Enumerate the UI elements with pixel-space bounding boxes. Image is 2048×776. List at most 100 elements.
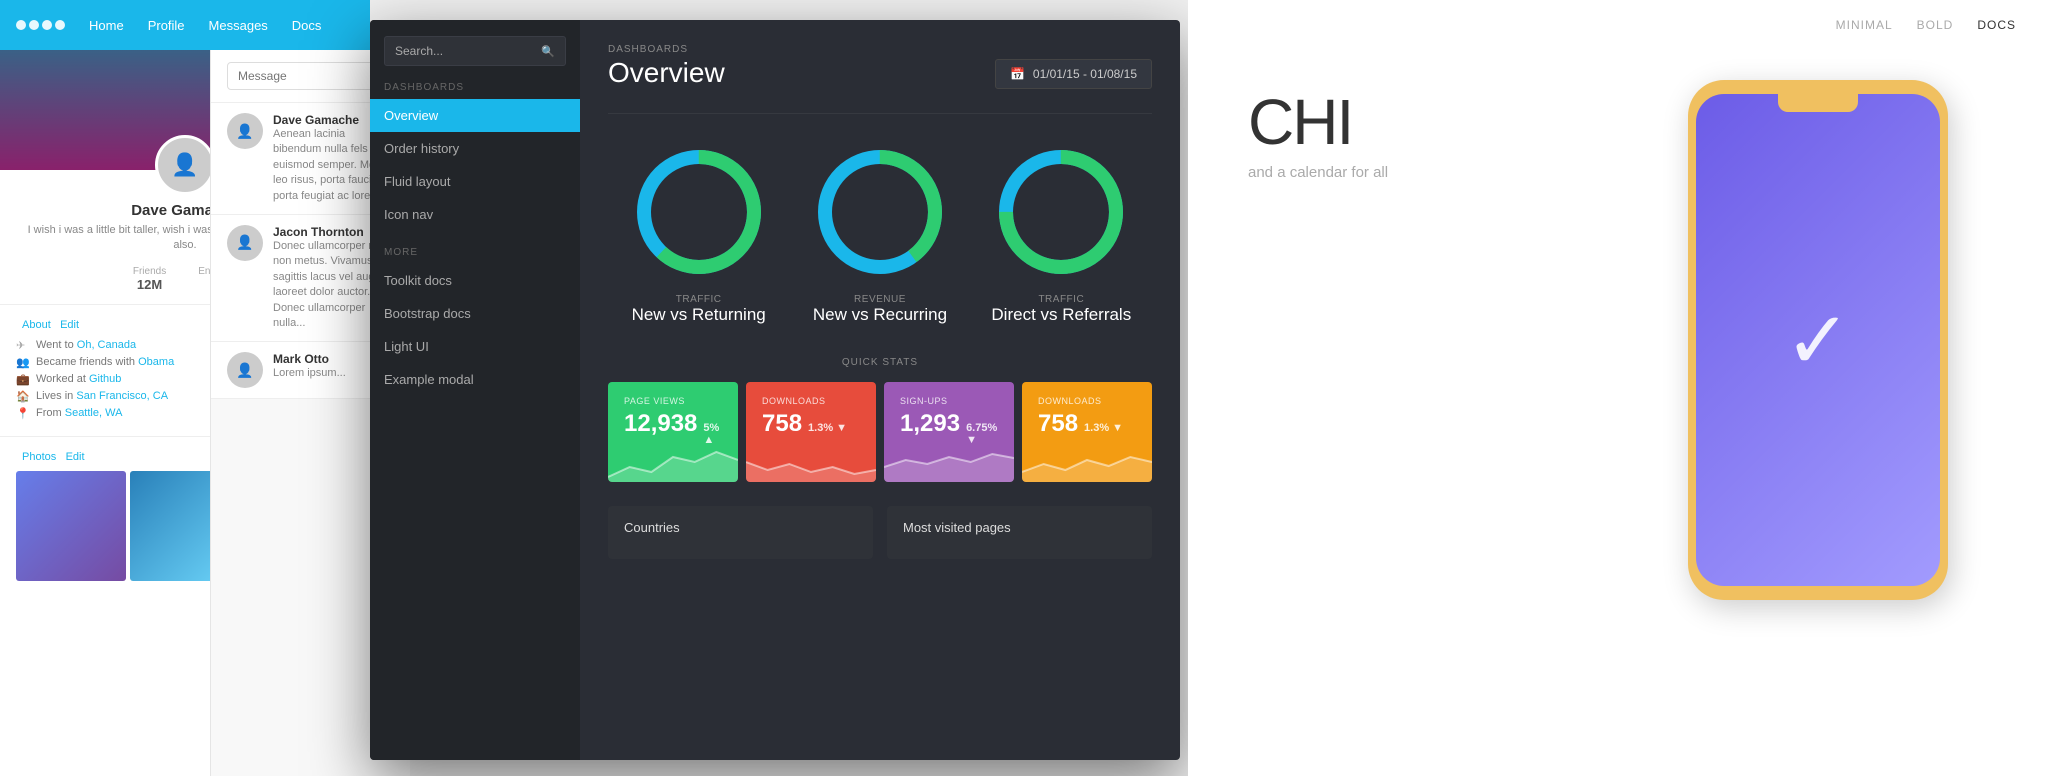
countries-table: Countries bbox=[608, 506, 873, 559]
nav-icon-nav[interactable]: Icon nav bbox=[370, 198, 580, 231]
countries-table-title: Countries bbox=[624, 520, 857, 535]
sparkline-1 bbox=[746, 442, 876, 482]
chart-traffic-referrals: Traffic Direct vs Referrals bbox=[991, 142, 1131, 325]
phone-mockup: ✓ bbox=[1688, 80, 1968, 640]
stat-value-1: 758 bbox=[762, 410, 802, 438]
dashboards-nav-section: DASHBOARDS Overview Order history Fluid … bbox=[370, 82, 580, 231]
more-nav-section: MORE Toolkit docs Bootstrap docs Light U… bbox=[370, 247, 580, 396]
phone-notch bbox=[1778, 94, 1858, 112]
charts-row: Traffic New vs Returning Revenue New vs … bbox=[608, 142, 1152, 325]
sf-link[interactable]: San Francisco, CA bbox=[76, 390, 168, 402]
right-panel: MINIMAL BOLD DOCS CHI and a calendar for… bbox=[1188, 0, 2048, 776]
donut-chart-3 bbox=[991, 142, 1131, 282]
stat-value-2: 1,293 bbox=[900, 410, 960, 438]
msg-avatar-3: 👤 bbox=[227, 352, 263, 388]
most-visited-table: Most visited pages bbox=[887, 506, 1152, 559]
stat-label-0: PAGE VIEWS bbox=[624, 396, 722, 406]
right-nav: MINIMAL BOLD DOCS bbox=[1188, 0, 2048, 50]
date-range-badge[interactable]: 📅 01/01/15 - 01/08/15 bbox=[995, 59, 1152, 89]
dashboards-nav-label: DASHBOARDS bbox=[370, 82, 580, 99]
chart-category-1: Traffic bbox=[632, 294, 766, 305]
obama-link[interactable]: Obama bbox=[138, 356, 174, 368]
donut-chart-2 bbox=[810, 142, 950, 282]
date-range-text: 01/01/15 - 01/08/15 bbox=[1033, 67, 1137, 81]
avatar: 👤 bbox=[155, 135, 215, 195]
page-title: Overview bbox=[608, 57, 725, 89]
divider bbox=[608, 113, 1152, 114]
logo[interactable] bbox=[16, 20, 65, 30]
stats-row: PAGE VIEWS 12,938 5% ▲ DOWNLOADS 758 1 bbox=[608, 382, 1152, 482]
stat-value-0: 12,938 bbox=[624, 410, 697, 438]
seattle-link[interactable]: Seattle, WA bbox=[65, 407, 123, 419]
stat-change-3: 1.3% ▼ bbox=[1084, 422, 1123, 434]
about-edit-link[interactable]: Edit bbox=[60, 319, 79, 331]
stat-card-downloads1: DOWNLOADS 758 1.3% ▼ bbox=[746, 382, 876, 482]
chart-label-1: New vs Returning bbox=[632, 305, 766, 325]
pin-icon: 📍 bbox=[16, 407, 28, 420]
promo-subtitle: and a calendar for all bbox=[1248, 164, 1628, 181]
github-link[interactable]: Github bbox=[89, 373, 121, 385]
photo-thumb-1[interactable] bbox=[16, 471, 126, 581]
friends-stat: Friends 12M bbox=[133, 266, 166, 292]
nav-profile[interactable]: Profile bbox=[148, 18, 185, 33]
chart-category-3: Traffic bbox=[991, 294, 1131, 305]
stat-change-1: 1.3% ▼ bbox=[808, 422, 847, 434]
nav-order-history[interactable]: Order history bbox=[370, 132, 580, 165]
stat-label-1: DOWNLOADS bbox=[762, 396, 860, 406]
nav-messages[interactable]: Messages bbox=[209, 18, 268, 33]
dashboard-sidebar: Search... 🔍 DASHBOARDS Overview Order hi… bbox=[370, 20, 580, 760]
promo-content: CHI and a calendar for all bbox=[1188, 50, 1688, 221]
promo-title: CHI bbox=[1248, 90, 1628, 154]
about-title-text: About bbox=[22, 319, 51, 331]
chart-label-2: New vs Recurring bbox=[813, 305, 947, 325]
nav-light-ui[interactable]: Light UI bbox=[370, 330, 580, 363]
friends-icon: 👥 bbox=[16, 356, 28, 369]
search-icon: 🔍 bbox=[541, 45, 555, 58]
nav-fluid-layout[interactable]: Fluid layout bbox=[370, 165, 580, 198]
nav-overview[interactable]: Overview bbox=[370, 99, 580, 132]
calendar-icon: 📅 bbox=[1010, 67, 1025, 81]
checkmark-icon: ✓ bbox=[1784, 294, 1851, 387]
msg-avatar-1: 👤 bbox=[227, 113, 263, 149]
phone-screen: ✓ bbox=[1696, 94, 1940, 586]
home-icon: 🏠 bbox=[16, 390, 28, 403]
breadcrumb: DASHBOARDS bbox=[608, 44, 725, 55]
stat-card-downloads2: DOWNLOADS 758 1.3% ▼ bbox=[1022, 382, 1152, 482]
stat-value-3: 758 bbox=[1038, 410, 1078, 438]
most-visited-table-title: Most visited pages bbox=[903, 520, 1136, 535]
location-icon: ✈ bbox=[16, 339, 28, 352]
quick-stats-label: QUICK STATS bbox=[608, 357, 1152, 368]
nav-toolkit-docs[interactable]: Toolkit docs bbox=[370, 264, 580, 297]
search-bar[interactable]: Search... 🔍 bbox=[384, 36, 566, 66]
sparkline-0 bbox=[608, 442, 738, 482]
work-icon: 💼 bbox=[16, 373, 28, 386]
nav-bold[interactable]: BOLD bbox=[1917, 18, 1954, 32]
more-nav-label: MORE bbox=[370, 247, 580, 264]
nav-home[interactable]: Home bbox=[89, 18, 124, 33]
stat-card-pageviews: PAGE VIEWS 12,938 5% ▲ bbox=[608, 382, 738, 482]
dashboard-title-wrap: DASHBOARDS Overview bbox=[608, 44, 725, 89]
nav-docs[interactable]: Docs bbox=[292, 18, 322, 33]
dashboard-header: DASHBOARDS Overview 📅 01/01/15 - 01/08/1… bbox=[608, 44, 1152, 89]
photos-edit-link[interactable]: Edit bbox=[66, 451, 85, 463]
nav-example-modal[interactable]: Example modal bbox=[370, 363, 580, 396]
chart-category-2: Revenue bbox=[813, 294, 947, 305]
phone-outer: ✓ bbox=[1688, 80, 1948, 600]
chart-traffic-returning: Traffic New vs Returning bbox=[629, 142, 769, 325]
stat-card-signups: SIGN-UPS 1,293 6.75% ▼ bbox=[884, 382, 1014, 482]
dashboard-main: DASHBOARDS Overview 📅 01/01/15 - 01/08/1… bbox=[580, 20, 1180, 760]
stat-label-3: DOWNLOADS bbox=[1038, 396, 1136, 406]
sparkline-2 bbox=[884, 442, 1014, 482]
top-nav: Home Profile Messages Docs bbox=[0, 0, 370, 50]
nav-bootstrap-docs[interactable]: Bootstrap docs bbox=[370, 297, 580, 330]
photos-title: Photos bbox=[22, 451, 56, 463]
nav-docs[interactable]: DOCS bbox=[1977, 18, 2016, 32]
msg-avatar-2: 👤 bbox=[227, 225, 263, 261]
sparkline-3 bbox=[1022, 442, 1152, 482]
chart-label-3: Direct vs Referrals bbox=[991, 305, 1131, 325]
message-input[interactable] bbox=[227, 62, 394, 90]
nav-minimal[interactable]: MINIMAL bbox=[1836, 18, 1893, 32]
canada-link[interactable]: Oh, Canada bbox=[77, 339, 136, 351]
search-wrap: Search... 🔍 bbox=[370, 36, 580, 82]
stat-label-2: SIGN-UPS bbox=[900, 396, 998, 406]
